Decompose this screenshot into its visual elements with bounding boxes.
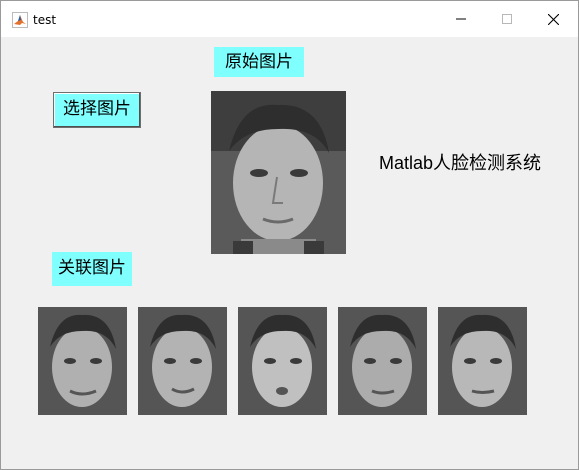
- original-image-label: 原始图片: [214, 47, 304, 77]
- minimize-icon: [456, 18, 466, 20]
- app-window: test 原始图片 选择图片 关联图片 Matlab人脸检测系统: [0, 0, 579, 470]
- related-image-5: [438, 307, 527, 415]
- matlab-logo-icon: [12, 12, 28, 28]
- maximize-icon: [502, 14, 512, 24]
- related-image-2: [138, 307, 227, 415]
- close-button[interactable]: [530, 1, 576, 37]
- related-image-4: [338, 307, 427, 415]
- figure-content: 原始图片 选择图片 关联图片 Matlab人脸检测系统: [1, 37, 578, 469]
- related-images-label: 关联图片: [52, 252, 132, 286]
- window-title: test: [33, 13, 57, 27]
- system-title: Matlab人脸检测系统: [379, 153, 542, 173]
- original-image: [211, 91, 346, 254]
- title-bar: test: [1, 1, 578, 37]
- related-image-3: [238, 307, 327, 415]
- maximize-button[interactable]: [484, 1, 530, 37]
- related-image-1: [38, 307, 127, 415]
- close-icon: [547, 13, 559, 25]
- minimize-button[interactable]: [438, 1, 484, 37]
- select-image-button[interactable]: 选择图片: [53, 92, 141, 128]
